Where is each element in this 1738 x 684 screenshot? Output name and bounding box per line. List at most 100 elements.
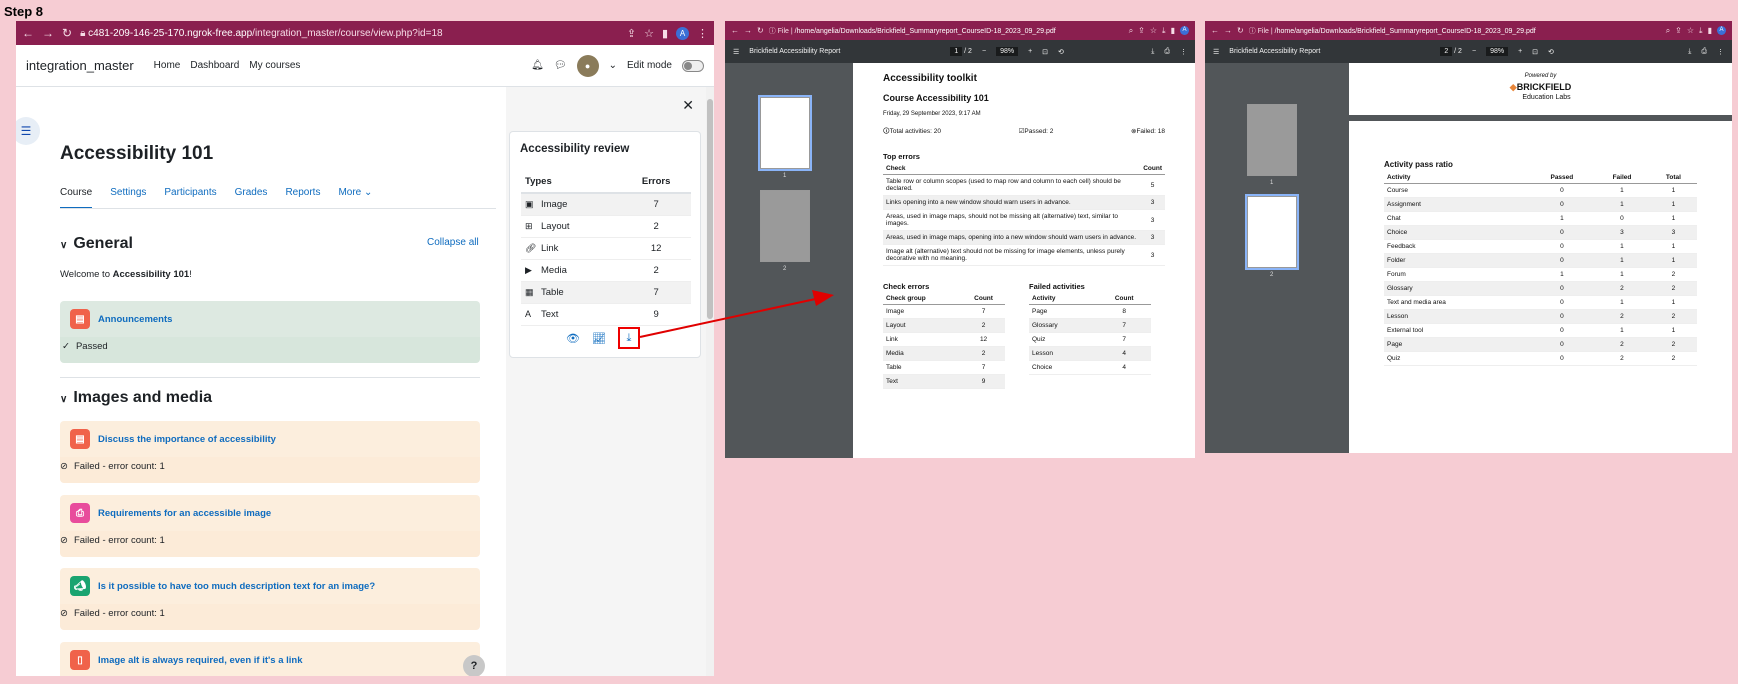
activity-title[interactable]: Is it possible to have too much descript… [98,581,375,592]
star-icon[interactable]: ☆ [1150,26,1157,36]
browser-toolbar: ← → ↻ ⓘ File | /home/angelia/Downloads/B… [1205,21,1732,40]
back-icon[interactable]: ← [731,26,739,35]
site-name[interactable]: integration_master [26,58,134,73]
eye-icon[interactable]: 👁︎ [566,332,580,349]
pdf-window-page1: ← → ↻ ⓘ File | /home/angelia/Downloads/B… [725,21,1195,458]
tab-settings[interactable]: Settings [110,187,146,209]
profile-icon[interactable]: A [676,26,689,40]
course-index-button[interactable]: ☰ [16,117,40,145]
thumbnail-label: 1 [1270,180,1274,186]
download-icon[interactable]: ⤓ [1699,26,1703,36]
reload-icon[interactable]: ↻ [1237,26,1244,35]
share-icon[interactable]: ⇪ [1138,26,1145,36]
print-icon[interactable]: ⎙ [1701,48,1707,56]
menu-icon[interactable]: ☰ [1213,48,1219,56]
help-button[interactable]: ? [463,655,485,676]
passed-count: ☑Passed: 2 [1018,128,1054,135]
feedback-icon: 📣︎ [70,576,90,596]
page-indicator: 1 / 2 [950,47,972,56]
reload-icon[interactable]: ↻ [757,26,764,35]
table-row: Lesson 4 [1029,346,1151,361]
zoom-in-icon[interactable]: + [1518,48,1522,55]
activity-title[interactable]: Announcements [98,314,172,325]
download-icon[interactable]: ⤓ [1151,48,1154,56]
nav-home[interactable]: Home [154,60,181,71]
table-row: Table 7 [883,360,1005,375]
profile-icon[interactable]: A [1180,25,1189,35]
top-errors-table: Check Count Table row or column scopes (u… [883,163,1165,266]
tab-course[interactable]: Course [60,187,93,209]
back-icon[interactable]: ← [22,26,34,40]
page-thumbnail[interactable] [1245,194,1299,270]
avatar[interactable]: ● [576,54,599,77]
sidepanel-icon[interactable]: ▮ [1708,26,1712,36]
chevron-down-icon[interactable]: ⌄ [609,60,617,71]
tab-more[interactable]: More ⌄ [338,187,372,209]
rotate-icon[interactable]: ⟲ [1548,48,1554,56]
more-icon[interactable]: ⋮ [1180,48,1187,56]
star-icon[interactable]: ☆ [644,27,654,40]
collapse-all-link[interactable]: Collapse all [427,237,479,248]
menu-icon[interactable]: ☰ [733,48,739,56]
zoom-level[interactable]: 98% [996,47,1019,56]
chart-icon[interactable]: 📈︎ [592,332,606,349]
download-icon[interactable]: ⤓ [1688,48,1691,56]
section-images-heading[interactable]: ∨ Images and media [60,389,212,407]
activity-title[interactable]: Image alt is always required, even if it… [98,655,302,666]
sidepanel-icon[interactable]: ▮ [1171,26,1175,36]
tab-grades[interactable]: Grades [235,187,268,209]
star-icon[interactable]: ☆ [1687,26,1694,36]
download-icon[interactable]: ⤓ [617,327,640,349]
menu-kebab-icon[interactable]: ⋮ [697,27,708,40]
edit-mode-toggle[interactable] [682,59,704,72]
table-row: Choice 4 [1029,360,1151,375]
table-row: Page 8 [1029,304,1151,319]
failed-activities-table: Activity Count Page 8 Glossary 7 Quiz 7 Lesson 4… [1029,293,1151,375]
sidepanel-icon[interactable]: ▮ [662,27,668,40]
tab-reports[interactable]: Reports [285,187,320,209]
tab-participants[interactable]: Participants [164,187,216,209]
profile-icon[interactable]: A [1717,25,1726,35]
scrollbar[interactable] [706,87,714,676]
zoom-icon[interactable]: ⌕ [1666,26,1670,36]
zoom-out-icon[interactable]: − [982,48,986,55]
activity-card: 📣︎ Is it possible to have too much descri… [60,568,480,630]
course-tabs: Course Settings Participants Grades Repo… [60,187,372,209]
fit-page-icon[interactable]: ⊡ [1532,48,1538,56]
back-icon[interactable]: ← [1211,26,1219,35]
forward-icon[interactable]: → [1224,26,1232,35]
close-icon[interactable]: ✕ [682,97,694,114]
nav-my-courses[interactable]: My courses [249,60,300,71]
reload-icon[interactable]: ↻ [62,26,72,40]
zoom-level[interactable]: 98% [1486,47,1509,56]
address-bar[interactable]: ⓘ File | /home/angelia/Downloads/Brickfi… [769,26,1124,36]
forward-icon[interactable]: → [42,26,54,40]
share-icon[interactable]: ⇪ [627,27,636,40]
zoom-icon[interactable]: ⌕ [1129,26,1133,36]
table-row: Table row or column scopes (used to map … [883,174,1165,196]
print-icon[interactable]: ⎙ [1164,48,1170,56]
share-icon[interactable]: ⇪ [1675,26,1682,36]
rotate-icon[interactable]: ⟲ [1058,48,1064,56]
download-icon[interactable]: ⤓ [1162,26,1166,36]
table-row: ▦ Table 7 [521,281,691,304]
forward-icon[interactable]: → [744,26,752,35]
page-thumbnail[interactable] [1247,104,1297,176]
page-thumbnail[interactable] [758,95,812,171]
activity-title[interactable]: Discuss the importance of accessibility [98,434,276,445]
bell-icon[interactable]: 🔔︎ [531,60,544,71]
address-bar[interactable]: 🔒︎ c481-209-146-25-170.ngrok-free.app/in… [80,28,619,39]
table-row: Lesson 0 2 2 [1384,309,1697,324]
address-bar[interactable]: ⓘ File | /home/angelia/Downloads/Brickfi… [1249,26,1661,36]
link-icon: 🔗︎ [525,243,537,253]
chat-icon[interactable]: 💬︎ [554,60,567,71]
zoom-in-icon[interactable]: + [1028,48,1032,55]
section-general-heading[interactable]: ∨ General [60,235,133,253]
nav-dashboard[interactable]: Dashboard [190,60,239,71]
zoom-out-icon[interactable]: − [1472,48,1476,55]
fit-page-icon[interactable]: ⊡ [1042,48,1048,56]
page-thumbnail[interactable] [760,190,810,262]
table-row: A Text 9 [521,303,691,326]
more-icon[interactable]: ⋮ [1717,48,1724,56]
activity-title[interactable]: Requirements for an accessible image [98,508,271,519]
